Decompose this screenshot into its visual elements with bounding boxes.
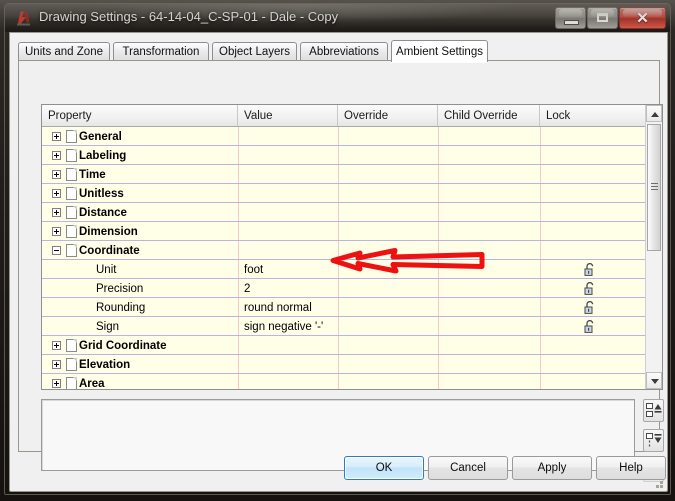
drawing-settings-dialog: Drawing Settings - 64-14-04_C-SP-01 - Da… bbox=[4, 3, 671, 495]
maximize-icon bbox=[597, 13, 608, 22]
property-value[interactable]: sign negative '-' bbox=[244, 317, 323, 336]
close-icon: ✕ bbox=[636, 10, 649, 27]
grid-row[interactable]: Area bbox=[42, 374, 662, 390]
page-icon bbox=[66, 149, 77, 162]
ambient-settings-grid[interactable]: Property Value Override Child Override Lock … bbox=[41, 104, 663, 390]
grid-row[interactable]: Distance bbox=[42, 203, 662, 222]
ambient-settings-tab-page: Property Value Override Child Override Lock … bbox=[18, 60, 664, 482]
tab-abbreviations[interactable]: Abbreviations bbox=[300, 42, 388, 61]
scrollbar-thumb[interactable] bbox=[647, 124, 661, 251]
property-label: Elevation bbox=[79, 358, 131, 371]
column-header-value[interactable]: Value bbox=[238, 105, 338, 126]
column-header-lock[interactable]: Lock bbox=[540, 105, 646, 126]
page-icon bbox=[66, 339, 77, 352]
property-label: Dimension bbox=[79, 225, 138, 238]
expand-icon[interactable] bbox=[52, 360, 61, 369]
property-value[interactable]: 2 bbox=[244, 279, 250, 298]
page-icon bbox=[66, 168, 77, 181]
title-bar[interactable]: Drawing Settings - 64-14-04_C-SP-01 - Da… bbox=[5, 4, 670, 32]
property-label: Area bbox=[79, 377, 105, 390]
maximize-button[interactable] bbox=[587, 7, 618, 29]
property-label: General bbox=[79, 130, 122, 143]
grid-row[interactable]: Dimension bbox=[42, 222, 662, 241]
scrollbar-grip-icon bbox=[651, 183, 658, 190]
tab-ambient-settings[interactable]: Ambient Settings bbox=[391, 40, 488, 62]
grid-row[interactable]: Grid Coordinate bbox=[42, 336, 662, 355]
property-label: Coordinate bbox=[79, 244, 140, 257]
dialog-button-row: OK Cancel Apply Help bbox=[10, 456, 667, 480]
page-icon bbox=[66, 206, 77, 219]
close-button[interactable]: ✕ bbox=[619, 7, 666, 29]
apply-button[interactable]: Apply bbox=[512, 456, 592, 480]
property-label: Unit bbox=[96, 263, 117, 276]
tab-object-layers[interactable]: Object Layers bbox=[212, 42, 297, 61]
unlocked-padlock-icon[interactable] bbox=[584, 300, 595, 314]
autocad-app-icon bbox=[15, 9, 33, 27]
window-controls: ✕ bbox=[554, 7, 666, 29]
grid-rows: General Labeling Time Unitless Distance Dimen… bbox=[42, 127, 662, 390]
property-label: Distance bbox=[79, 206, 127, 219]
dialog-client-area: Units and Zone Transformation Object Layer… bbox=[9, 32, 668, 492]
page-icon bbox=[66, 130, 77, 143]
grid-row[interactable]: Coordinate bbox=[42, 241, 662, 260]
tab-transformation[interactable]: Transformation bbox=[113, 42, 209, 61]
expand-icon[interactable] bbox=[52, 208, 61, 217]
property-label: Grid Coordinate bbox=[79, 339, 167, 352]
property-value[interactable]: foot bbox=[244, 260, 263, 279]
grid-row[interactable]: Sign sign negative '-' bbox=[42, 317, 662, 336]
page-icon bbox=[66, 377, 77, 389]
expand-icon[interactable] bbox=[52, 151, 61, 160]
move-up-button[interactable] bbox=[643, 399, 664, 422]
cancel-button[interactable]: Cancel bbox=[428, 456, 508, 480]
expand-icon[interactable] bbox=[52, 379, 61, 388]
move-down-button[interactable] bbox=[643, 429, 664, 452]
chevron-down-icon bbox=[651, 379, 659, 384]
grid-row[interactable]: Precision 2 bbox=[42, 279, 662, 298]
window-title: Drawing Settings - 64-14-04_C-SP-01 - Da… bbox=[39, 9, 339, 24]
ok-button[interactable]: OK bbox=[344, 456, 424, 480]
grid-row[interactable]: Unitless bbox=[42, 184, 662, 203]
property-label: Time bbox=[79, 168, 106, 181]
grid-row[interactable]: Rounding round normal bbox=[42, 298, 662, 317]
expand-icon[interactable] bbox=[52, 227, 61, 236]
expand-icon[interactable] bbox=[52, 341, 61, 350]
collapse-icon[interactable] bbox=[52, 246, 61, 255]
unlocked-padlock-icon[interactable] bbox=[584, 319, 595, 333]
property-label: Unitless bbox=[79, 187, 124, 200]
scroll-down-button[interactable] bbox=[646, 372, 662, 389]
expand-icon[interactable] bbox=[52, 170, 61, 179]
grid-row[interactable]: Elevation bbox=[42, 355, 662, 374]
property-value[interactable]: round normal bbox=[244, 298, 312, 317]
grid-vertical-scrollbar[interactable] bbox=[645, 105, 662, 389]
minimize-button[interactable] bbox=[555, 7, 586, 29]
grid-header-row: Property Value Override Child Override Lock bbox=[42, 105, 662, 127]
property-label: Labeling bbox=[79, 149, 127, 162]
desktop-backdrop: Drawing Settings - 64-14-04_C-SP-01 - Da… bbox=[0, 0, 675, 501]
property-label: Precision bbox=[96, 282, 144, 295]
minimize-gloss bbox=[559, 9, 582, 17]
unlocked-padlock-icon[interactable] bbox=[584, 281, 595, 295]
page-icon bbox=[66, 358, 77, 371]
expand-icon[interactable] bbox=[52, 189, 61, 198]
grid-row[interactable]: Labeling bbox=[42, 146, 662, 165]
resize-grip[interactable] bbox=[652, 477, 664, 489]
grid-row[interactable]: General bbox=[42, 127, 662, 146]
grid-row[interactable]: Unit foot bbox=[42, 260, 662, 279]
column-header-property[interactable]: Property bbox=[42, 105, 238, 126]
page-icon bbox=[66, 187, 77, 200]
page-icon bbox=[66, 225, 77, 238]
minimize-icon bbox=[564, 20, 579, 25]
column-header-override[interactable]: Override bbox=[338, 105, 438, 126]
property-label: Sign bbox=[96, 320, 120, 333]
tab-units-and-zone[interactable]: Units and Zone bbox=[18, 42, 110, 61]
expand-icon[interactable] bbox=[52, 132, 61, 141]
scroll-up-button[interactable] bbox=[646, 105, 662, 122]
grid-row[interactable]: Time bbox=[42, 165, 662, 184]
tab-strip: Units and Zone Transformation Object Layer… bbox=[18, 40, 660, 62]
page-icon bbox=[66, 244, 77, 257]
property-label: Rounding bbox=[96, 301, 146, 314]
unlocked-padlock-icon[interactable] bbox=[584, 262, 595, 276]
chevron-up-icon bbox=[651, 112, 659, 117]
column-header-child-override[interactable]: Child Override bbox=[438, 105, 540, 126]
